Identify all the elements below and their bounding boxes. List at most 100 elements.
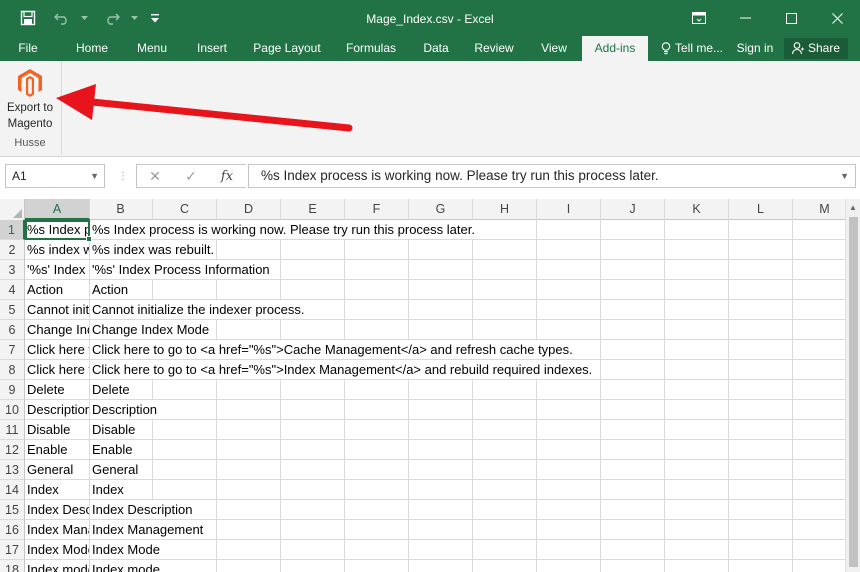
column-header-b[interactable]: B — [89, 199, 153, 220]
share-button[interactable]: Share — [784, 38, 848, 59]
cell-b[interactable]: Enable — [90, 440, 845, 460]
row-header[interactable]: 9 — [0, 380, 25, 400]
column-header-l[interactable]: L — [729, 199, 793, 220]
row-header[interactable]: 16 — [0, 520, 25, 540]
row-header[interactable]: 6 — [0, 320, 25, 340]
cell-a[interactable]: Change Index Mode — [25, 320, 90, 340]
column-header-h[interactable]: H — [473, 199, 537, 220]
worksheet-grid[interactable]: ABCDEFGHIJKLM 1%s Index process is worki… — [0, 199, 860, 572]
sign-in-link[interactable]: Sign in — [732, 36, 778, 61]
column-header-i[interactable]: I — [537, 199, 601, 220]
cell-a[interactable]: General — [25, 460, 90, 480]
cell-a[interactable]: Index Mode — [25, 540, 90, 560]
undo-dropdown-icon[interactable] — [77, 3, 91, 33]
cell-b[interactable]: Change Index Mode — [90, 320, 845, 340]
cell-b[interactable]: Index — [90, 480, 845, 500]
export-to-magento-button[interactable]: Export to Magento — [2, 65, 58, 137]
column-header-g[interactable]: G — [409, 199, 473, 220]
row-header[interactable]: 17 — [0, 540, 25, 560]
cell-b[interactable]: Description — [90, 400, 845, 420]
vertical-scrollbar[interactable]: ▲ — [845, 199, 860, 572]
scrollbar-thumb[interactable] — [849, 217, 858, 567]
row-header[interactable]: 11 — [0, 420, 25, 440]
expand-formula-bar-icon[interactable]: ▼ — [840, 165, 849, 187]
cell-b[interactable]: Index Mode — [90, 540, 845, 560]
row-header[interactable]: 10 — [0, 400, 25, 420]
cell-b[interactable]: Click here to go to <a href="%s">Cache M… — [90, 340, 845, 360]
cell-a[interactable]: Index — [25, 480, 90, 500]
redo-dropdown-icon[interactable] — [127, 3, 141, 33]
chevron-down-icon[interactable]: ▼ — [90, 165, 99, 187]
cell-b[interactable]: Index Management — [90, 520, 845, 540]
formula-bar-splitter[interactable]: ⋮ — [118, 170, 128, 184]
cancel-entry-icon[interactable]: ✕ — [137, 168, 173, 185]
name-box[interactable]: A1 ▼ — [5, 164, 105, 188]
tab-menu[interactable]: Menu — [128, 36, 176, 61]
tab-view[interactable]: View — [532, 36, 576, 61]
confirm-entry-icon[interactable]: ✓ — [173, 168, 209, 185]
column-header-k[interactable]: K — [665, 199, 729, 220]
cell-a[interactable]: Disable — [25, 420, 90, 440]
cell-b[interactable]: Click here to go to <a href="%s">Index M… — [90, 360, 845, 380]
column-header-j[interactable]: J — [601, 199, 665, 220]
row-header[interactable]: 7 — [0, 340, 25, 360]
row-header[interactable]: 18 — [0, 560, 25, 572]
cell-b[interactable]: Action — [90, 280, 845, 300]
row-header[interactable]: 14 — [0, 480, 25, 500]
close-icon[interactable] — [814, 0, 860, 36]
row-header[interactable]: 4 — [0, 280, 25, 300]
cell-a[interactable]: Click here to go to <a href="%s">Index M… — [25, 360, 90, 380]
cell-b[interactable]: Index mode — [90, 560, 845, 572]
row-header[interactable]: 12 — [0, 440, 25, 460]
cell-a[interactable]: Index mode — [25, 560, 90, 572]
cell-a[interactable]: Enable — [25, 440, 90, 460]
tab-home[interactable]: Home — [66, 36, 118, 61]
select-all-button[interactable] — [0, 199, 25, 220]
cell-a[interactable]: %s Index process is working now. Please … — [25, 220, 90, 240]
tab-review[interactable]: Review — [466, 36, 522, 61]
cell-b[interactable]: '%s' Index Process Information — [90, 260, 845, 280]
cell-a[interactable]: Click here to go to <a href="%s">Cache M… — [25, 340, 90, 360]
tab-page-layout[interactable]: Page Layout — [248, 36, 326, 61]
cell-b[interactable]: General — [90, 460, 845, 480]
row-header[interactable]: 8 — [0, 360, 25, 380]
customize-qat-icon[interactable] — [145, 3, 165, 33]
save-icon[interactable] — [13, 3, 43, 33]
cell-a[interactable]: Index Description — [25, 500, 90, 520]
row-header[interactable]: 15 — [0, 500, 25, 520]
ribbon-display-options-icon[interactable] — [676, 0, 722, 36]
cell-b[interactable]: Disable — [90, 420, 845, 440]
cell-b[interactable]: Index Description — [90, 500, 845, 520]
cell-a[interactable]: Cannot initialize the indexer process. — [25, 300, 90, 320]
cell-a[interactable]: Index Management — [25, 520, 90, 540]
cell-b[interactable]: Cannot initialize the indexer process. — [90, 300, 845, 320]
cell-a[interactable]: %s index was rebuilt. — [25, 240, 90, 260]
column-header-d[interactable]: D — [217, 199, 281, 220]
tab-add-ins[interactable]: Add-ins — [582, 36, 648, 61]
tab-formulas[interactable]: Formulas — [336, 36, 406, 61]
cell-a[interactable]: Action — [25, 280, 90, 300]
cell-b[interactable]: %s index was rebuilt. — [90, 240, 845, 260]
tab-file[interactable]: File — [8, 36, 48, 61]
scroll-up-icon[interactable]: ▲ — [849, 203, 857, 212]
column-header-f[interactable]: F — [345, 199, 409, 220]
row-header[interactable]: 2 — [0, 240, 25, 260]
tell-me-search[interactable]: Tell me... — [656, 36, 728, 61]
cell-a[interactable]: Description — [25, 400, 90, 420]
tab-insert[interactable]: Insert — [186, 36, 238, 61]
row-header[interactable]: 3 — [0, 260, 25, 280]
redo-icon[interactable] — [97, 3, 127, 33]
formula-input[interactable]: %s Index process is working now. Please … — [248, 164, 856, 188]
cell-a[interactable]: Delete — [25, 380, 90, 400]
cell-b[interactable]: Delete — [90, 380, 845, 400]
column-header-a[interactable]: A — [25, 199, 90, 220]
insert-function-icon[interactable]: fx — [209, 169, 245, 184]
cell-a[interactable]: '%s' Index Process Information — [25, 260, 90, 280]
tab-data[interactable]: Data — [414, 36, 458, 61]
cell-b[interactable]: %s Index process is working now. Please … — [90, 220, 845, 240]
row-header[interactable]: 13 — [0, 460, 25, 480]
maximize-icon[interactable] — [768, 0, 814, 36]
row-header[interactable]: 5 — [0, 300, 25, 320]
row-header[interactable]: 1 — [0, 220, 25, 240]
minimize-icon[interactable] — [722, 0, 768, 36]
